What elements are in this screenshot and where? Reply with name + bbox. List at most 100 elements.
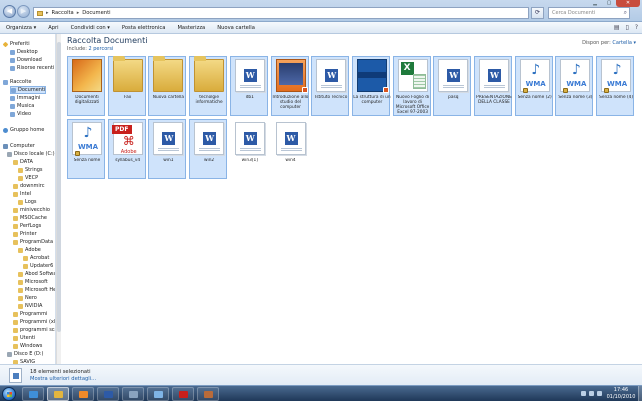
sidebar-item[interactable]: ProgramData (13, 238, 53, 246)
file-name: Documenti digitalizzati (74, 95, 100, 105)
file-item[interactable]: Wwin1 (148, 119, 187, 179)
sidebar-item[interactable]: NVIDIA (18, 302, 42, 310)
sidebar-item[interactable]: Gruppo home (3, 126, 44, 134)
sidebar-item[interactable]: Strings (18, 166, 43, 174)
sidebar-item[interactable]: DATA (13, 158, 33, 166)
sidebar-item[interactable]: Musica (10, 102, 34, 110)
file-item[interactable]: Introduzione allo studio del computer (270, 56, 309, 116)
show-more-details-link[interactable]: Mostra ulteriori dettagli... (30, 376, 96, 382)
sidebar-item[interactable]: MSOCache (13, 214, 47, 222)
sidebar-item[interactable]: Documenti (10, 86, 47, 94)
network-icon[interactable] (589, 391, 594, 396)
sidebar-item[interactable]: PerfLogs (13, 222, 41, 230)
sidebar-item[interactable]: Desktop (10, 48, 38, 56)
file-item[interactable]: Wdb1 (229, 56, 268, 116)
file-item[interactable]: Wwin3[1] (230, 119, 268, 179)
start-button[interactable] (2, 387, 16, 401)
close-button[interactable]: ✕ (616, 0, 640, 7)
taskbar-button[interactable] (197, 387, 219, 401)
sidebar-item[interactable]: Preferiti (2, 40, 30, 48)
file-item[interactable]: Documenti digitalizzati (67, 56, 105, 116)
volume-icon[interactable] (597, 391, 602, 396)
taskbar-button[interactable] (72, 387, 94, 401)
sidebar-item[interactable]: Logs (18, 198, 37, 206)
sidebar-item[interactable]: Disco locale (C:) (7, 150, 55, 158)
sidebar-item[interactable]: Computer (3, 142, 35, 150)
file-item[interactable]: Wwin2 (189, 119, 228, 179)
new-folder-button[interactable]: Nuova cartella (211, 25, 261, 31)
breadcrumb-documenti[interactable]: Documenti (82, 10, 110, 16)
sidebar-item[interactable]: Video (10, 110, 31, 118)
taskbar-button[interactable] (172, 387, 194, 401)
sidebar-item[interactable]: Windows (13, 342, 42, 350)
arrange-dropdown[interactable]: Cartella ▾ (612, 40, 636, 46)
file-item[interactable]: Wpasq (433, 56, 472, 116)
sidebar-item[interactable]: Immagini (10, 94, 40, 102)
maximize-button[interactable]: ▢ (602, 0, 616, 7)
sidebar-item-label: Download (17, 57, 42, 63)
file-item[interactable]: Nuova cartella (148, 56, 187, 116)
breadcrumb-raccolta[interactable]: Raccolta (52, 10, 74, 16)
taskbar-button[interactable] (97, 387, 119, 401)
file-item[interactable]: Fax (107, 56, 146, 116)
minimize-button[interactable]: ▁ (588, 0, 602, 7)
sidebar-item[interactable]: Updater6 (23, 262, 53, 270)
show-desktop-button[interactable] (638, 386, 642, 401)
arrow-up-icon[interactable] (581, 391, 586, 396)
file-name: La struttura di un computer (353, 95, 391, 105)
file-item[interactable]: Wwin4 (271, 119, 309, 179)
file-item[interactable]: ♪ WMA Senza nome (67, 119, 105, 179)
open-button[interactable]: Apri (42, 25, 64, 31)
search-input[interactable]: Cerca Documenti ⌕ (548, 7, 630, 19)
sidebar-item[interactable]: Nero (18, 294, 37, 302)
includes-locations-link[interactable]: 2 percorsi (88, 46, 113, 52)
forward-button[interactable]: ▶ (17, 5, 30, 18)
address-bar[interactable]: ▸ Raccolta ▸ Documenti (33, 7, 529, 19)
folder-icon (18, 247, 23, 253)
sidebar-item[interactable]: Download (10, 56, 42, 64)
sidebar-item[interactable]: Microsoft (18, 278, 48, 286)
help-icon[interactable]: ? (635, 24, 638, 31)
refresh-button[interactable]: ⟳ (531, 7, 544, 19)
file-item[interactable]: ♪ WMA Senza nome (3) (555, 56, 594, 116)
sidebar-item[interactable]: Risorse recenti (10, 64, 54, 72)
file-item[interactable]: X Nuovo Foglio di lavoro di Microsoft Off… (392, 56, 431, 116)
sidebar-item[interactable]: Disco E (D:) (7, 350, 43, 358)
file-item[interactable]: tecnolgie informatiche (189, 56, 228, 116)
file-item[interactable]: W PRESENTAZIONE DELLA CLASSE (474, 56, 512, 116)
sidebar-item[interactable]: VECP (18, 174, 38, 182)
sidebar-item-label: minivecchio (20, 207, 50, 213)
sidebar-item[interactable]: Programmi (13, 310, 47, 318)
file-item[interactable]: W Istituto Tecnico (311, 56, 350, 116)
email-button[interactable]: Posta elettronica (116, 25, 172, 31)
preview-pane-icon[interactable]: ▯ (626, 24, 629, 31)
sidebar-item[interactable]: Programmi (x8 (13, 318, 55, 326)
file-item[interactable]: La struttura di un computer (351, 56, 391, 116)
sidebar-item[interactable]: Adobe (18, 246, 41, 254)
sidebar-item[interactable]: programmi sca (13, 326, 55, 334)
clock[interactable]: 17:46 01/10/2010 (606, 387, 636, 401)
organize-button[interactable]: Organizza ▾ (0, 25, 42, 31)
file-item[interactable]: ♪ WMA Senza nome (4) (596, 56, 635, 116)
view-options-icon[interactable]: ▤ (614, 24, 620, 31)
taskbar-button[interactable] (147, 387, 169, 401)
taskbar-button[interactable] (22, 387, 44, 401)
taskbar-button[interactable] (122, 387, 144, 401)
sidebar-item-label: Adobe (25, 247, 41, 253)
share-with-button[interactable]: Condividi con ▾ (65, 25, 116, 31)
sidebar-item[interactable]: Microsoft He (18, 286, 55, 294)
sidebar-item[interactable]: Acrobat (23, 254, 49, 262)
burn-button[interactable]: Masterizza (171, 25, 211, 31)
file-item[interactable]: PDF ⌘ Adobe syllabus_v4 (107, 119, 146, 179)
sidebar-item[interactable]: Intel (13, 190, 31, 198)
back-button[interactable]: ◀ (3, 5, 16, 18)
sidebar-item[interactable]: Raccolte (3, 78, 31, 86)
taskbar-button[interactable] (47, 387, 69, 401)
sidebar-item[interactable]: minivecchio (13, 206, 50, 214)
sidebar-item[interactable]: downmirc (13, 182, 44, 190)
sidebar-item[interactable]: Printer (13, 230, 37, 238)
sidebar-item[interactable]: Utenti (13, 334, 35, 342)
sidebar-item[interactable]: Abod Softwar (18, 270, 55, 278)
file-item[interactable]: ♪ WMA Senza nome (2) (514, 56, 553, 116)
disk-icon (7, 151, 12, 157)
